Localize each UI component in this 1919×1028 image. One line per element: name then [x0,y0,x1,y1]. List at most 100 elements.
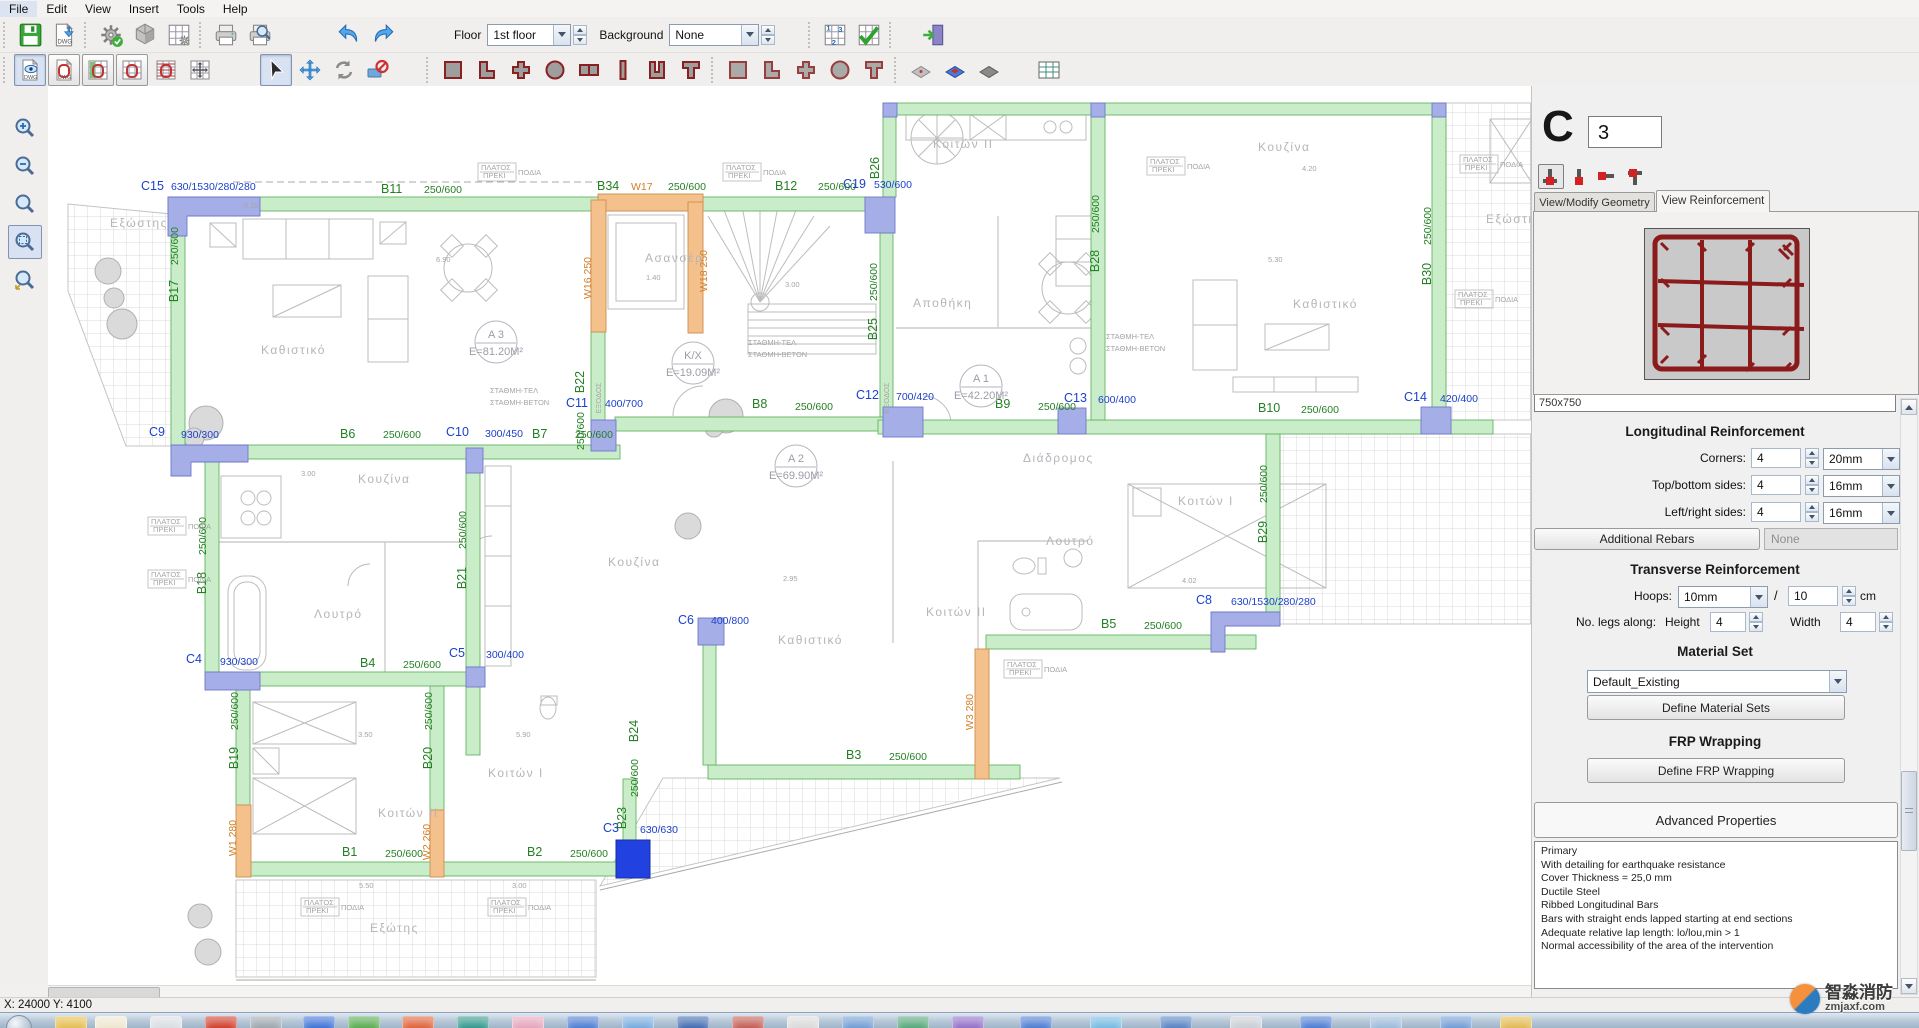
grid-cross-button[interactable] [184,54,216,86]
section-double-rect-button[interactable] [573,54,605,86]
apply-grid-button[interactable] [853,19,885,51]
taskbar-app-icon[interactable] [842,1016,874,1028]
settings-button[interactable] [95,19,127,51]
menu-view[interactable]: View [76,1,120,17]
legs-width-field[interactable]: 4 [1840,612,1876,632]
taskbar-app-icon[interactable] [1500,1016,1532,1028]
taskbar-app-icon[interactable] [1300,1016,1332,1028]
print-button[interactable] [210,19,242,51]
floor-select[interactable]: 1st floor [487,24,571,46]
panel-scroll-down[interactable] [1901,978,1917,994]
menu-edit[interactable]: Edit [37,1,76,17]
dwg-column-button[interactable]: DWG [48,54,80,86]
taskbar-app-icon[interactable] [787,1016,819,1028]
taskbar-app-icon[interactable] [512,1016,544,1028]
menu-help[interactable]: Help [214,1,257,17]
section2-circle-button[interactable] [824,54,856,86]
left-right-count-field[interactable]: 4 [1751,502,1801,522]
slab-blue-button[interactable] [939,54,971,86]
taskbar-app-icon[interactable] [402,1016,434,1028]
dwg-view-button[interactable]: DWG [14,54,46,86]
corners-diameter-select[interactable]: 20mm [1823,448,1900,470]
exit-button[interactable] [918,19,950,51]
selected-column-c3[interactable] [616,840,650,878]
top-bottom-count-field[interactable]: 4 [1751,475,1801,495]
taskbar-app-icon[interactable] [1440,1016,1472,1028]
hoops-spacing-field[interactable]: 10 [1788,586,1838,606]
section-T-button[interactable] [675,54,707,86]
taskbar-app-icon[interactable] [1020,1016,1052,1028]
section-plus-button[interactable] [505,54,537,86]
column-position-corner-br-button[interactable] [1565,164,1591,189]
left-right-spinner[interactable] [1805,502,1819,522]
start-button[interactable] [6,1015,32,1028]
section-bar-button[interactable] [607,54,639,86]
hoops-spacing-spinner[interactable] [1842,586,1856,606]
zoom-out-button[interactable] [8,149,42,183]
taskbar-app-icon[interactable] [205,1016,237,1028]
zoom-extents-button[interactable] [8,263,42,297]
panel-scrollbar[interactable] [1900,398,1918,995]
grid-column-color-button[interactable] [82,54,114,86]
section2-L-button[interactable] [756,54,788,86]
background-dropdown-icon[interactable] [741,25,758,45]
taskbar-app-icon[interactable] [567,1016,599,1028]
taskbar-app-icon[interactable] [348,1016,380,1028]
undo-button[interactable] [333,19,365,51]
top-bottom-diameter-select[interactable]: 16mm [1823,475,1900,497]
select-tool-button[interactable] [260,54,292,86]
menu-tools[interactable]: Tools [168,1,214,17]
section-size-field[interactable]: 750x750 [1534,394,1896,412]
print-preview-button[interactable] [244,19,276,51]
floor-dropdown-icon[interactable] [553,25,570,45]
panel-scroll-thumb[interactable] [1901,771,1917,851]
tab-view-modify-geometry[interactable]: View/Modify Geometry [1534,192,1655,212]
tab-view-reinforcement[interactable]: View Reinforcement [1656,190,1770,212]
taskbar-app-icon[interactable] [95,1016,127,1028]
section-circle-button[interactable] [539,54,571,86]
section-U-button[interactable] [641,54,673,86]
redo-button[interactable] [367,19,399,51]
left-right-diameter-select[interactable]: 16mm [1823,502,1900,524]
zoom-in-button[interactable] [8,111,42,145]
model-3d-button[interactable] [129,19,161,51]
section2-plus-button[interactable] [790,54,822,86]
taskbar-app-icon[interactable] [732,1016,764,1028]
move-tool-button[interactable] [294,54,326,86]
taskbar-app-icon[interactable] [1370,1016,1402,1028]
background-spinner[interactable] [761,25,775,45]
panel-scroll-up[interactable] [1901,399,1917,415]
tables-button[interactable] [1033,54,1065,86]
taskbar-app-icon[interactable] [677,1016,709,1028]
column-position-corner-bl-button[interactable] [1538,164,1564,189]
taskbar-app-icon[interactable] [897,1016,929,1028]
zoom-realtime-button[interactable] [8,187,42,221]
red-grid-column-button[interactable] [150,54,182,86]
material-set-select[interactable]: Default_Existing [1587,670,1847,693]
zoom-window-button[interactable] [8,225,42,259]
taskbar-app-icon[interactable] [457,1016,489,1028]
corners-count-field[interactable]: 4 [1751,448,1801,468]
grid-settings-button[interactable] [163,19,195,51]
slab-gray-button[interactable] [905,54,937,86]
slab-dark-button[interactable] [973,54,1005,86]
column-position-edge-top-button[interactable] [1622,164,1648,189]
define-frp-wrapping-button[interactable]: Define FRP Wrapping [1587,758,1845,783]
menu-insert[interactable]: Insert [120,1,168,17]
advanced-properties-header[interactable]: Advanced Properties [1534,802,1898,838]
section2-T-button[interactable] [858,54,890,86]
additional-rebars-button[interactable]: Additional Rebars [1534,528,1760,550]
taskbar-app-icon[interactable] [622,1016,654,1028]
drawing-canvas[interactable]: B11250/600B34W17250/600B12250/600C15630/… [48,86,1531,985]
corners-spinner[interactable] [1805,448,1819,468]
section-square-button[interactable] [437,54,469,86]
column-position-edge-left-button[interactable] [1593,164,1619,189]
top-bottom-spinner[interactable] [1805,475,1819,495]
legs-height-field[interactable]: 4 [1710,612,1746,632]
taskbar-app-icon[interactable] [150,1016,182,1028]
taskbar-app-icon[interactable] [303,1016,335,1028]
taskbar-app-icon[interactable] [1230,1016,1262,1028]
taskbar-app-icon[interactable] [55,1016,87,1028]
taskbar-app-icon[interactable] [1160,1016,1192,1028]
hoops-diameter-select[interactable]: 10mm [1678,586,1768,608]
